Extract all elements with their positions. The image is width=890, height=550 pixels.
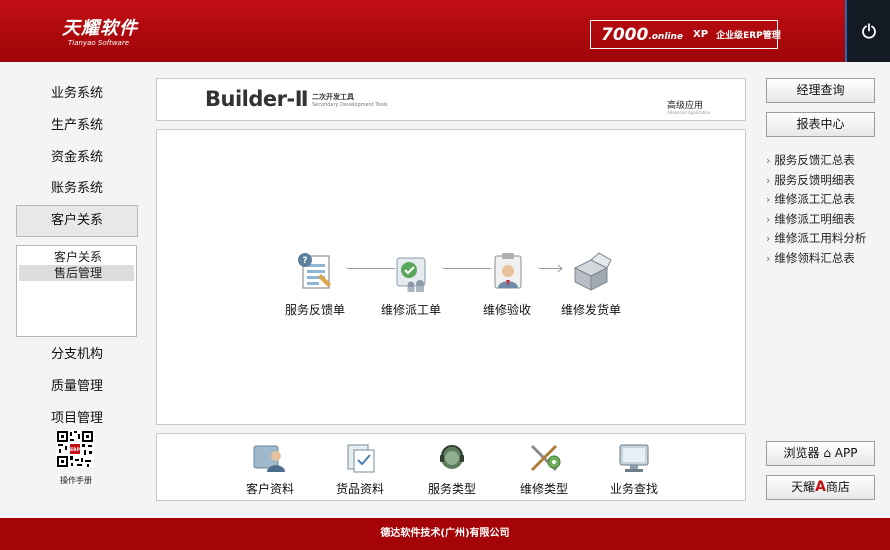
- builder-en-label: Secondary Development Tools: [312, 102, 388, 108]
- store-suffix: 商店: [825, 480, 850, 494]
- chevron-right-icon: ›: [766, 193, 771, 207]
- flow-item-shipping-order[interactable]: 维修发货单: [551, 250, 631, 318]
- manager-query-button[interactable]: 经理查询: [766, 78, 875, 103]
- app-header: 天耀软件 Tianyao Software 7000 .online XP 企业…: [0, 0, 890, 62]
- flow-item-dispatch-order[interactable]: 维修派工单: [371, 250, 451, 318]
- shortcut-goods[interactable]: 货品资料: [325, 442, 395, 497]
- chevron-right-icon: ›: [766, 232, 771, 246]
- tools-icon: [530, 444, 561, 472]
- shortcut-label: 维修类型: [519, 482, 568, 496]
- sidebar-item-production[interactable]: 生产系统: [16, 111, 138, 141]
- monitor-search-icon: [619, 444, 649, 472]
- shortcut-label: 服务类型: [427, 482, 476, 496]
- builder-title: Builder-Ⅱ: [205, 87, 309, 111]
- flow-label: 维修验收: [482, 303, 531, 317]
- chevron-right-icon: ›: [766, 173, 771, 187]
- sidebar-item-funds[interactable]: 资金系统: [16, 143, 138, 173]
- report-link[interactable]: › 服务反馈明细表: [766, 171, 866, 191]
- chevron-right-icon: ›: [766, 212, 771, 226]
- badge-erp: 企业级ERP管理: [716, 31, 781, 41]
- report-link[interactable]: › 维修派工用料分析: [766, 229, 866, 249]
- shortcut-bar: 客户资料 货品资料 服务类型 维修类型 业务查找: [156, 433, 746, 501]
- feedback-form-icon: ?: [298, 253, 331, 289]
- report-link[interactable]: › 服务反馈汇总表: [766, 151, 866, 171]
- power-button[interactable]: [845, 0, 890, 62]
- goods-icon: [347, 444, 375, 473]
- shortcut-label: 客户资料: [245, 482, 294, 496]
- shortcut-service-type[interactable]: 服务类型: [417, 442, 487, 497]
- shortcut-label: 货品资料: [335, 482, 384, 496]
- flow-item-service-feedback[interactable]: ? 服务反馈单: [275, 250, 355, 318]
- badge-xp: XP: [693, 29, 709, 40]
- badge-online: .online: [648, 32, 684, 42]
- report-link[interactable]: › 维修派工明细表: [766, 210, 866, 230]
- store-prefix: 天耀: [791, 480, 816, 494]
- sidebar-item-quality[interactable]: 质量管理: [16, 372, 138, 402]
- sidebar-item-branches[interactable]: 分支机构: [16, 340, 138, 370]
- report-link[interactable]: › 维修领料汇总表: [766, 249, 866, 269]
- qr-badge: ERP: [70, 447, 81, 453]
- builder-banner[interactable]: Builder-Ⅱ 二次开发工具 Secondary Development T…: [156, 78, 746, 121]
- brand-name: 天耀软件: [62, 18, 138, 39]
- report-list: › 服务反馈汇总表 › 服务反馈明细表 › 维修派工汇总表 › 维修派工明细表 › 维修派…: [766, 151, 866, 269]
- qr-code-icon[interactable]: ERP: [56, 430, 94, 468]
- flow-label: 维修派工单: [380, 303, 441, 317]
- report-center-button[interactable]: 报表中心: [766, 112, 875, 137]
- footer: 德达软件技术(广州)有限公司: [0, 518, 890, 550]
- sidebar-item-crm[interactable]: 客户关系: [16, 205, 138, 237]
- product-badge: 7000 .online XP 企业级ERP管理: [590, 20, 781, 49]
- builder-cn-label: 二次开发工具: [312, 93, 354, 101]
- chevron-right-icon: ›: [766, 251, 771, 265]
- submenu-item-after-sales[interactable]: 售后管理: [19, 265, 134, 281]
- customer-icon: [253, 445, 285, 472]
- report-link[interactable]: › 维修派工汇总表: [766, 190, 866, 210]
- brand-subtitle: Tianyao Software: [68, 39, 130, 47]
- shipping-box-icon: [573, 252, 612, 291]
- brand-logo: 天耀软件 Tianyao Software: [62, 14, 138, 47]
- advanced-app-subtitle: Advanced Application: [667, 110, 711, 115]
- sidebar-item-business[interactable]: 业务系统: [16, 79, 138, 109]
- flow-item-acceptance[interactable]: 维修验收: [467, 250, 547, 318]
- chevron-right-icon: ›: [766, 154, 771, 167]
- manual-label[interactable]: 操作手册: [50, 475, 102, 486]
- svg-text:?: ?: [302, 256, 307, 266]
- flow-label: 服务反馈单: [284, 303, 345, 317]
- flow-panel: ? 服务反馈单 维修派工单 维修验收 维修发货单: [156, 129, 746, 425]
- flow-label: 维修发货单: [560, 303, 621, 317]
- sidebar-item-accounting[interactable]: 账务系统: [16, 174, 138, 204]
- power-icon: [861, 23, 876, 39]
- submenu-item-crm[interactable]: 客户关系: [17, 249, 136, 265]
- submenu-panel: 客户关系 售后管理: [16, 245, 137, 337]
- headset-icon: [440, 445, 464, 469]
- shortcut-customer[interactable]: 客户资料: [235, 442, 305, 497]
- app-store-button[interactable]: 天耀A商店: [766, 475, 875, 500]
- acceptance-icon: [494, 253, 522, 289]
- dispatch-order-icon: [396, 257, 426, 292]
- shortcut-repair-type[interactable]: 维修类型: [509, 442, 579, 497]
- shortcut-business-search[interactable]: 业务查找: [599, 442, 669, 497]
- badge-number: 7000: [601, 24, 649, 45]
- shortcut-label: 业务查找: [609, 482, 658, 496]
- store-logo-icon: A: [815, 479, 826, 495]
- browser-app-button[interactable]: 浏览器 ⌂ APP: [766, 441, 875, 466]
